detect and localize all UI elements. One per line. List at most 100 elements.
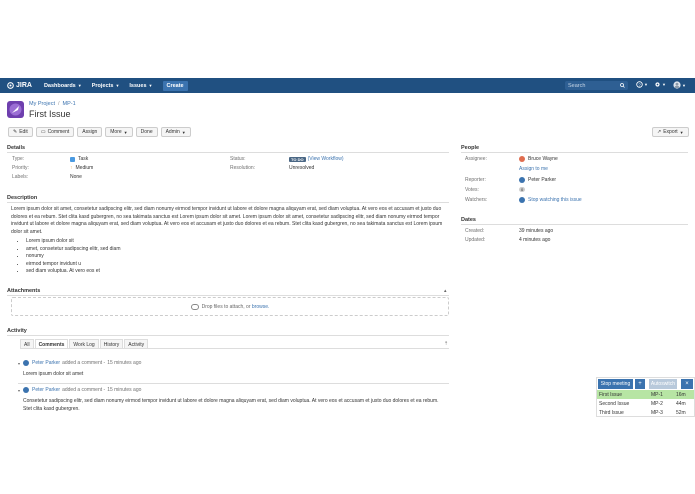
- autoswitch-toggle[interactable]: Autoswitch: [649, 379, 677, 389]
- description-divider: [7, 202, 449, 203]
- jira-logo[interactable]: JIRA: [7, 82, 32, 89]
- dates-heading: Dates: [461, 217, 476, 223]
- reporter-label: Reporter:: [465, 177, 486, 183]
- comment-avatar: [23, 387, 30, 393]
- description-bullets: Lorem ipsum dolor sit amet, consetetur s…: [26, 238, 121, 276]
- votes-value[interactable]: 0: [519, 187, 526, 192]
- meeting-row[interactable]: Second Issue MP-2 44m: [597, 399, 694, 408]
- created-value: 39 minutes ago: [519, 228, 554, 234]
- chevron-down-icon: ▼: [123, 129, 128, 135]
- nav-projects-label: Projects: [91, 82, 114, 89]
- assignee-value[interactable]: Bruce Wayne: [519, 156, 558, 162]
- nav-projects[interactable]: Projects ▼: [92, 83, 120, 89]
- create-button[interactable]: Create: [162, 80, 188, 91]
- list-item: nonumy: [26, 253, 121, 261]
- meeting-row-time: 16m: [676, 391, 686, 398]
- breadcrumb-project[interactable]: My Project: [29, 101, 55, 107]
- search-icon: [620, 83, 625, 88]
- browse-link[interactable]: browse.: [252, 304, 270, 310]
- drop-text: Drop files to attach, or: [201, 303, 251, 310]
- task-icon: [70, 156, 75, 162]
- nav-issues[interactable]: Issues ▼: [129, 83, 152, 89]
- people-heading: People: [461, 145, 480, 151]
- comment-avatar: [23, 360, 30, 366]
- more-button[interactable]: More ▼: [105, 127, 133, 137]
- priority-arrow-icon: ↑: [70, 165, 73, 171]
- tab-activity[interactable]: Activity: [124, 339, 149, 348]
- breadcrumb-issue-key[interactable]: MP-1: [63, 101, 76, 107]
- description-text[interactable]: Lorem ipsum dolor sit amet, consetetur s…: [11, 206, 447, 236]
- type-label: Type:: [12, 156, 25, 162]
- assign-button[interactable]: Assign: [77, 127, 103, 137]
- tab-work-log[interactable]: Work Log: [69, 339, 99, 348]
- activity-tabs: All Comments Work Log History Activity: [20, 339, 449, 349]
- tab-comments[interactable]: Comments: [34, 339, 69, 348]
- sort-icon[interactable]: ⇡: [444, 341, 448, 347]
- status-label: Status:: [230, 156, 246, 162]
- breadcrumb: My Project / MP-1: [29, 101, 76, 107]
- stop-watching-link[interactable]: Stop watching this issue: [528, 197, 582, 203]
- list-item: amet, consetetur sadipscing elitr, sed d…: [26, 246, 121, 254]
- user-avatar-icon[interactable]: ▼: [673, 81, 686, 89]
- meeting-row-name: Second Issue: [599, 400, 630, 407]
- rocket-icon: [9, 103, 22, 116]
- meeting-row-key: MP-3: [651, 409, 663, 416]
- edit-button[interactable]: ✎ Edit: [8, 127, 33, 137]
- meeting-row[interactable]: First Issue MP-1 16m: [597, 390, 694, 399]
- share-icon: ↗: [657, 129, 662, 135]
- comment-time[interactable]: 15 minutes ago: [107, 360, 141, 366]
- issue-title: First Issue: [29, 109, 71, 119]
- tab-all[interactable]: All: [20, 339, 34, 348]
- eye-icon: [519, 197, 525, 203]
- watchers-value[interactable]: Stop watching this issue1: [519, 197, 582, 203]
- status-badge: TO DO: [289, 156, 306, 162]
- comment-author[interactable]: Peter Parker: [32, 387, 60, 393]
- meeting-row[interactable]: Third Issue MP-3 52m: [597, 408, 694, 417]
- chevron-down-icon: ▼: [679, 129, 684, 135]
- pencil-icon: ✎: [13, 129, 18, 135]
- meeting-row-key: MP-2: [651, 400, 663, 407]
- issue-toolbar: ✎ Edit ▭ Comment Assign More ▼ Done Admin ▼: [8, 127, 194, 137]
- attachments-heading: Attachments: [7, 288, 41, 294]
- search-input[interactable]: Search: [565, 81, 628, 90]
- tab-history[interactable]: History: [99, 339, 124, 348]
- watchers-label: Watchers:: [465, 197, 488, 203]
- meeting-row-time: 44m: [676, 400, 686, 407]
- project-avatar[interactable]: [7, 101, 24, 118]
- search-placeholder: Search: [568, 82, 586, 89]
- comment-label: Comment: [47, 129, 70, 135]
- help-icon[interactable]: ? ▼: [636, 81, 648, 88]
- meeting-row-name: First Issue: [599, 391, 623, 398]
- add-issue-button[interactable]: +: [635, 379, 645, 389]
- more-label: More: [110, 129, 122, 135]
- comment-author[interactable]: Peter Parker: [32, 360, 60, 366]
- list-item: sed diam voluptua. At vero eos et: [26, 268, 121, 276]
- attachments-menu-icon[interactable]: ▴: [444, 288, 447, 294]
- stop-meeting-button[interactable]: Stop meeting: [598, 379, 633, 389]
- priority-label: Priority:: [12, 165, 29, 171]
- description-heading: Description: [7, 195, 38, 201]
- collapse-icon[interactable]: ▾: [18, 388, 20, 393]
- type-value: Task: [70, 156, 88, 162]
- activity-heading: Activity: [7, 328, 27, 334]
- done-button[interactable]: Done: [135, 127, 158, 137]
- list-item: eirmod tempor invidunt u: [26, 261, 121, 269]
- reporter-avatar: [519, 177, 525, 183]
- nav-dashboards[interactable]: Dashboards ▼: [44, 83, 82, 89]
- votes-label: Votes:: [465, 187, 479, 193]
- attachment-dropzone[interactable]: Drop files to attach, or browse.: [11, 297, 449, 316]
- labels-value: None: [70, 174, 82, 180]
- export-button[interactable]: ↗ Export ▼: [652, 127, 689, 137]
- comment-time[interactable]: 15 minutes ago: [107, 387, 141, 393]
- comment-divider: [18, 383, 449, 384]
- admin-button[interactable]: Admin ▼: [160, 127, 191, 137]
- comment-header: ▾ Peter Parker added a comment - 15 minu…: [18, 360, 141, 366]
- comment-button[interactable]: ▭ Comment: [35, 127, 75, 137]
- close-panel-button[interactable]: ×: [681, 379, 693, 389]
- reporter-value[interactable]: Peter Parker: [519, 177, 556, 183]
- gear-icon[interactable]: ▼: [654, 81, 666, 88]
- assign-to-me-link[interactable]: Assign to me: [519, 166, 548, 172]
- view-workflow-link[interactable]: (View Workflow): [308, 156, 344, 162]
- collapse-icon[interactable]: ▾: [18, 361, 20, 366]
- comment-action: added a comment -: [62, 360, 106, 366]
